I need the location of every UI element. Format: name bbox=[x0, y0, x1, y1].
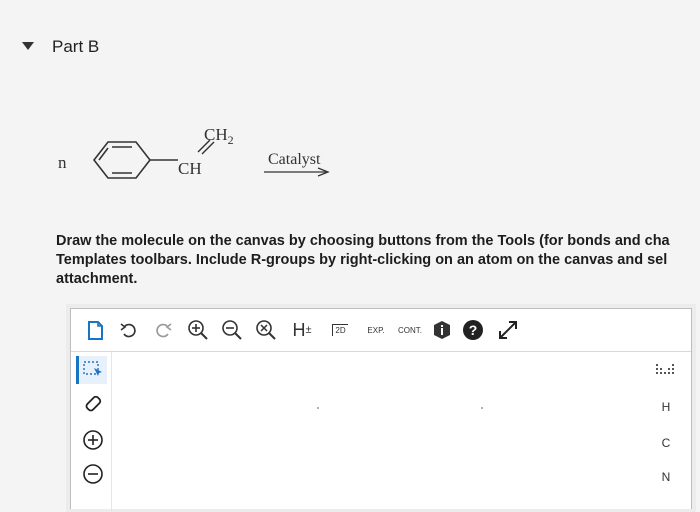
positive-charge-icon[interactable] bbox=[79, 426, 107, 454]
redo-icon[interactable] bbox=[151, 318, 175, 342]
part-title: Part B bbox=[52, 37, 100, 56]
canvas-dot bbox=[317, 407, 319, 409]
right-toolbar: H C N bbox=[637, 352, 691, 512]
ch-label: CH bbox=[178, 159, 202, 178]
instructions: Draw the molecule on the canvas by choos… bbox=[56, 232, 700, 289]
part-header[interactable]: Part B bbox=[0, 0, 700, 90]
collapse-caret-icon[interactable] bbox=[22, 42, 34, 50]
info-icon[interactable] bbox=[431, 318, 453, 342]
clean-2d-button[interactable]: 2D bbox=[327, 318, 353, 342]
reaction-scheme: n CH2 CH Catalyst bbox=[50, 112, 370, 202]
molecule-editor[interactable]: H ± 2D EXP. CONT. ? H C N bbox=[70, 308, 692, 512]
explicit-hydrogens-button[interactable]: H ± bbox=[287, 318, 317, 342]
help-icon[interactable]: ? bbox=[461, 318, 485, 342]
instruction-line-1: Draw the molecule on the canvas by choos… bbox=[56, 233, 670, 249]
selection-tool-icon[interactable] bbox=[76, 356, 107, 384]
catalyst-label: Catalyst bbox=[268, 151, 321, 168]
coefficient-n: n bbox=[58, 153, 67, 172]
expand-button[interactable]: EXP. bbox=[361, 318, 391, 342]
benzene-ring bbox=[92, 141, 152, 179]
ch2-label: CH2 bbox=[204, 125, 234, 147]
zoom-reset-icon[interactable] bbox=[253, 318, 279, 342]
undo-icon[interactable] bbox=[117, 318, 141, 342]
element-h-button[interactable]: H bbox=[655, 400, 677, 414]
new-document-icon[interactable] bbox=[83, 318, 107, 342]
contract-button[interactable]: CONT. bbox=[393, 318, 427, 342]
element-c-button[interactable]: C bbox=[655, 436, 677, 450]
canvas-dot bbox=[481, 407, 483, 409]
instruction-line-2: Templates toolbars. Include R-groups by … bbox=[56, 252, 668, 268]
fullscreen-icon[interactable] bbox=[495, 318, 521, 342]
element-n-button[interactable]: N bbox=[655, 470, 677, 484]
instruction-line-3: attachment. bbox=[56, 271, 138, 287]
zoom-in-icon[interactable] bbox=[185, 318, 211, 342]
eraser-icon[interactable] bbox=[79, 390, 107, 418]
negative-charge-icon[interactable] bbox=[79, 460, 107, 488]
left-toolbar bbox=[71, 352, 112, 512]
periodic-table-icon[interactable] bbox=[655, 362, 677, 379]
zoom-out-icon[interactable] bbox=[219, 318, 245, 342]
svg-text:?: ? bbox=[469, 322, 478, 338]
top-toolbar: H ± 2D EXP. CONT. ? bbox=[71, 309, 691, 352]
